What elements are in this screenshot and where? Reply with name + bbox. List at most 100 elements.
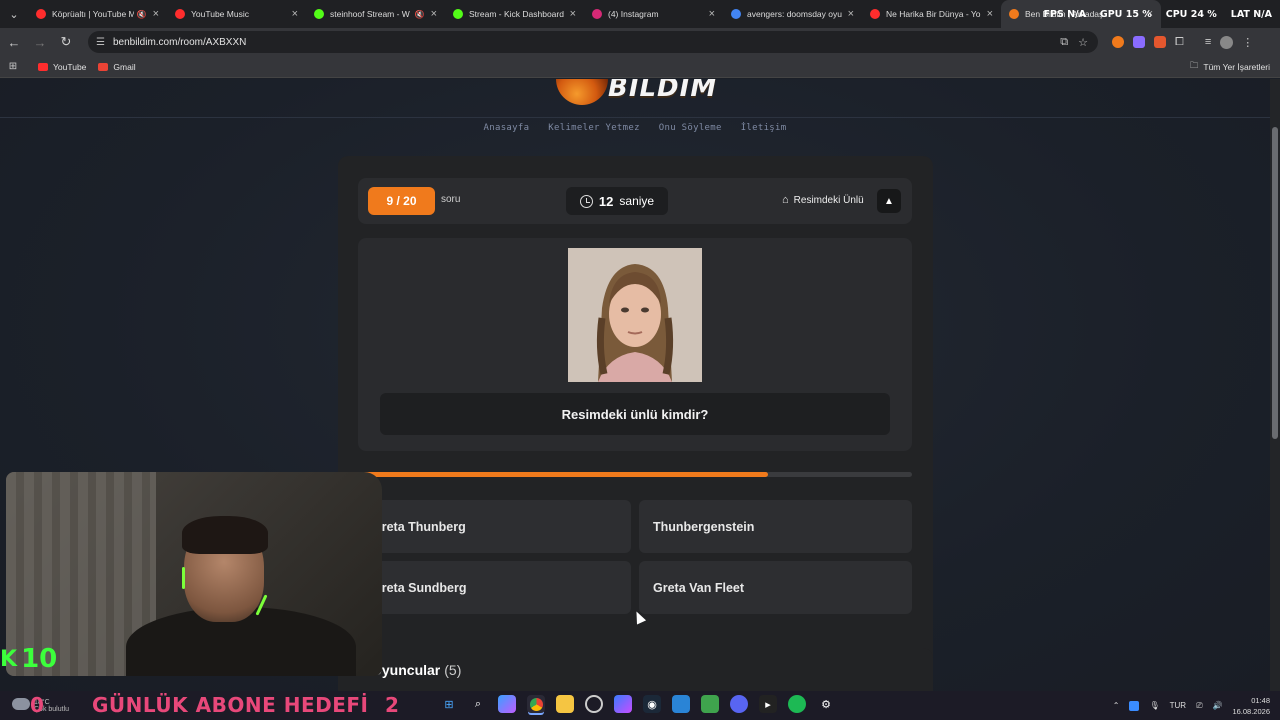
tab-favicon-icon <box>36 9 46 19</box>
discord-icon[interactable] <box>730 695 748 713</box>
microphone-icon[interactable]: 🎙 <box>1149 701 1159 710</box>
back-arrow-icon[interactable]: ← <box>2 30 26 54</box>
settings-gear-icon[interactable]: ⚙ <box>817 695 835 713</box>
sub-goal-label: GÜNLÜK ABONE HEDEFİ <box>92 693 369 717</box>
bookmarks-bar: ⊞ YouTube Gmail 🗀 Tüm Yer İşaretleri <box>0 56 1280 78</box>
answer-option-2-label: Thunbergenstein <box>653 519 755 534</box>
nav-home[interactable]: Anasayfa <box>484 123 530 133</box>
browser-tab[interactable]: Ne Harika Bir Dünya - You × <box>862 0 1001 28</box>
logo-mark <box>556 79 608 105</box>
logo-text: BILDIM <box>608 79 718 103</box>
site-info-icon[interactable]: ☰ <box>96 37 105 48</box>
cloud-icon <box>12 698 30 710</box>
timer-unit: saniye <box>619 194 655 208</box>
nav-onu-soyleme[interactable]: Onu Söyleme <box>659 123 722 133</box>
tab-favicon-icon <box>175 9 185 19</box>
bookmark-gmail[interactable]: Gmail <box>98 62 136 72</box>
nav-iletisim[interactable]: İletişim <box>741 123 787 133</box>
spotify-icon[interactable] <box>788 695 806 713</box>
extension-fox-icon[interactable] <box>1154 36 1166 48</box>
chrome-icon[interactable] <box>527 695 545 713</box>
browser-menu-icon[interactable]: ⋮ <box>1242 36 1253 49</box>
tab-audio-icon[interactable]: 🔇 <box>137 10 147 19</box>
tab-close-icon[interactable]: × <box>292 8 298 20</box>
address-bar[interactable]: ☰ benbildim.com/room/AXBXXN ⧉ ☆ <box>88 31 1098 53</box>
nav-kelimeler-yetmez[interactable]: Kelimeler Yetmez <box>548 123 640 133</box>
answer-option-4[interactable]: Greta Van Fleet <box>639 561 912 614</box>
bookmark-star-icon[interactable]: ☆ <box>1078 36 1088 49</box>
report-button[interactable]: ▲ <box>877 189 901 213</box>
extensions-puzzle-icon[interactable]: ⧠ <box>1175 36 1184 49</box>
reload-icon[interactable]: ↻ <box>54 30 78 54</box>
answer-option-1-label: Greta Thunberg <box>372 519 466 534</box>
forward-arrow-icon[interactable]: → <box>28 30 52 54</box>
tab-favicon-icon <box>592 9 602 19</box>
answer-option-4-label: Greta Van Fleet <box>653 580 745 595</box>
windows-start-icon[interactable]: ⊞ <box>440 695 458 713</box>
tab-favicon-icon <box>314 9 324 19</box>
scrollbar-thumb[interactable] <box>1272 127 1278 439</box>
clock-icon <box>579 194 593 208</box>
answer-option-1[interactable]: Greta Thunberg <box>358 500 631 553</box>
search-icon[interactable]: ⌕ <box>469 695 487 713</box>
gpu-readout: GPU 15 % <box>1099 8 1152 20</box>
page-scrollbar[interactable] <box>1270 79 1280 691</box>
tab-favicon-icon <box>1009 9 1019 19</box>
obs-icon[interactable] <box>585 695 603 713</box>
answer-option-3[interactable]: Greta Sundberg <box>358 561 631 614</box>
extension-orange-icon[interactable] <box>1112 36 1124 48</box>
apps-grid-icon[interactable]: ⊞ <box>0 61 26 72</box>
bookmark-youtube-label: YouTube <box>53 61 87 72</box>
steam-icon[interactable]: ◉ <box>643 695 661 713</box>
tab-search-chevron-icon[interactable]: ⌄ <box>0 0 28 28</box>
network-icon[interactable]: ⎚ <box>1196 701 1202 711</box>
tray-app-icon[interactable] <box>1129 700 1140 711</box>
tab-close-icon[interactable]: × <box>848 8 854 20</box>
answer-option-3-label: Greta Sundberg <box>372 580 467 595</box>
browser-tab[interactable]: (4) Instagram × <box>584 0 723 28</box>
tab-strip: ⌄ Köprüaltı | YouTube M 🔇 × YouTube Music × s… <box>0 0 1280 28</box>
extension-purple-icon[interactable] <box>1133 36 1145 48</box>
app-stack-icon[interactable] <box>614 695 632 713</box>
kick-logo-icon: K <box>0 646 18 672</box>
tab-audio-icon[interactable]: 🔇 <box>415 10 425 19</box>
headset-light-left <box>182 567 185 589</box>
tab-close-icon[interactable]: × <box>570 8 576 20</box>
copilot-icon[interactable] <box>498 695 516 713</box>
url-text[interactable]: benbildim.com/room/AXBXXN <box>113 37 1060 48</box>
browser-tab[interactable]: steinhoof Stream - W 🔇 × <box>306 0 445 28</box>
tab-title: Köprüaltı | YouTube M <box>52 9 134 19</box>
all-bookmarks-button[interactable]: 🗀 Tüm Yer İşaretleri <box>1190 60 1270 74</box>
tab-close-icon[interactable]: × <box>709 8 715 20</box>
category-text: Resimdeki Ünlü <box>793 194 864 206</box>
tab-title: (4) Instagram <box>608 9 659 19</box>
tab-close-icon[interactable]: × <box>431 8 437 20</box>
bookmark-youtube[interactable]: YouTube <box>38 62 86 72</box>
timer-value: 12 <box>598 193 614 209</box>
xbox-icon[interactable] <box>701 695 719 713</box>
profile-avatar-icon[interactable] <box>1220 35 1234 49</box>
lat-readout: LAT N/A <box>1230 8 1272 20</box>
tray-chevron-icon[interactable]: ⌃ <box>1113 701 1120 710</box>
terminal-icon[interactable]: ▸ <box>759 695 777 713</box>
volume-icon[interactable]: 🔊 <box>1212 701 1222 710</box>
browser-tab[interactable]: avengers: doomsday oyu × <box>723 0 862 28</box>
players-count: (5) <box>444 662 462 678</box>
browser-tab[interactable]: Stream - Kick Dashboard × <box>445 0 584 28</box>
tab-close-icon[interactable]: × <box>987 8 993 20</box>
media-control-icon[interactable]: ≡ <box>1205 36 1211 48</box>
tab-close-icon[interactable]: × <box>153 8 159 20</box>
answer-option-2[interactable]: Thunbergenstein <box>639 500 912 553</box>
install-app-icon[interactable]: ⧉ <box>1060 36 1068 49</box>
tag-icon: ⌂ <box>782 194 789 206</box>
taskbar-clock[interactable]: 01:48 16.08.2026 <box>1232 695 1270 717</box>
warning-icon: ▲ <box>884 195 894 207</box>
browser-tab[interactable]: Köprüaltı | YouTube M 🔇 × <box>28 0 167 28</box>
browser-tab[interactable]: YouTube Music × <box>167 0 306 28</box>
viewer-counter: K 10 <box>0 644 57 674</box>
language-indicator[interactable]: TUR <box>1170 701 1186 710</box>
file-explorer-icon[interactable] <box>556 695 574 713</box>
site-logo[interactable]: BILDIM <box>556 79 716 109</box>
players-heading: Oyuncular (5) <box>371 662 461 678</box>
photos-icon[interactable] <box>672 695 690 713</box>
